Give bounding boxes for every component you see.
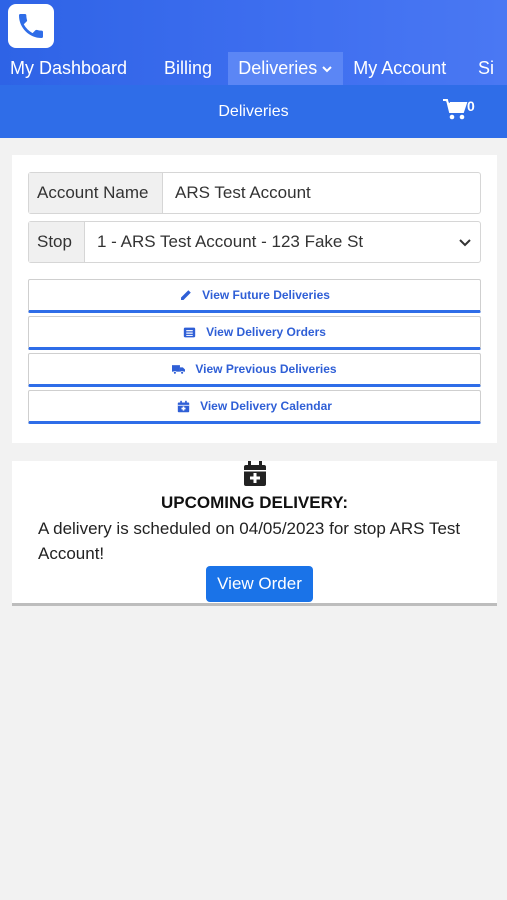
chevron-down-icon [322,65,332,72]
button-label: View Future Deliveries [202,288,330,302]
chevron-down-icon [459,239,471,247]
stop-selected-value: 1 - ARS Test Account - 123 Fake St [97,232,364,251]
account-name-row: Account Name ARS Test Account [28,172,481,214]
phone-icon[interactable] [8,4,54,48]
account-name-label: Account Name [29,173,163,213]
view-delivery-calendar-button[interactable]: View Delivery Calendar [28,390,481,424]
stop-label: Stop [29,222,85,262]
view-previous-deliveries-button[interactable]: View Previous Deliveries [28,353,481,387]
account-card: Account Name ARS Test Account Stop 1 - A… [12,155,497,443]
sub-header: Deliveries 0 [0,85,507,138]
nav-my-account[interactable]: My Account [343,52,468,85]
main-nav: My Dashboard Billing Deliveries My Accou… [0,52,507,85]
nav-label: Billing [163,58,213,78]
pencil-icon [181,289,191,300]
upcoming-delivery-card: UPCOMING DELIVERY: A delivery is schedul… [12,461,497,606]
view-future-deliveries-button[interactable]: View Future Deliveries [28,279,481,313]
nav-deliveries[interactable]: Deliveries [228,52,344,85]
calendar-plus-icon [244,461,266,486]
cart-icon[interactable] [442,98,468,122]
cart-count-badge: 0 [467,98,475,114]
stop-row: Stop 1 - ARS Test Account - 123 Fake St [28,221,481,263]
upcoming-delivery-title: UPCOMING DELIVERY: [160,493,348,512]
truck-icon [172,364,186,375]
nav-label: My Dashboard [10,58,128,78]
button-label: View Delivery Orders [206,325,326,339]
calendar-icon [177,400,190,412]
nav-label: Deliveries [238,58,318,78]
nav-billing[interactable]: Billing [139,52,228,85]
view-delivery-orders-button[interactable]: View Delivery Orders [28,316,481,350]
nav-my-dashboard[interactable]: My Dashboard [0,52,139,85]
button-label: View Delivery Calendar [200,399,332,413]
stop-select[interactable]: 1 - ARS Test Account - 123 Fake St [85,222,480,262]
nav-more[interactable]: Si [468,52,507,85]
list-icon [183,327,196,337]
top-header: My Dashboard Billing Deliveries My Accou… [0,0,507,85]
nav-label: Si [477,58,494,78]
button-label: View Previous Deliveries [195,362,337,376]
upcoming-delivery-message: A delivery is scheduled on 04/05/2023 fo… [38,519,461,563]
page-title: Deliveries [218,103,289,120]
account-name-field[interactable]: ARS Test Account [163,173,480,213]
view-order-button[interactable]: View Order [206,566,313,602]
nav-label: My Account [353,58,447,78]
